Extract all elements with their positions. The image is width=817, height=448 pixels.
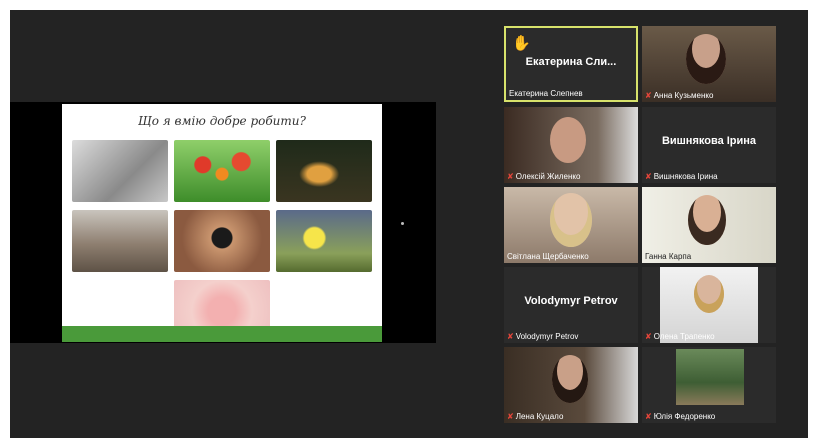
participant-label: ✘ Анна Кузьменко: [645, 91, 714, 100]
slide-footer-bar: [62, 326, 382, 342]
pointer-dot: [401, 222, 404, 225]
mic-muted-icon: ✘: [645, 172, 652, 181]
participant-tile[interactable]: ✘ Юлія Федоренко: [642, 347, 776, 423]
participant-label: ✘ Лена Куцало: [507, 412, 564, 421]
participant-name: Volodymyr Petrov: [524, 295, 618, 307]
participant-face: [694, 275, 724, 313]
participant-label: ✘ Юлія Федоренко: [645, 412, 716, 421]
participant-video: [686, 34, 726, 84]
slide-image-road: [72, 140, 168, 202]
participant-tile[interactable]: ✘ Олена Трапенко: [642, 267, 776, 343]
raised-hand-icon: ✋: [512, 35, 531, 52]
participant-tile[interactable]: Світлана Щербаченко: [504, 187, 638, 263]
participant-name: Екатерина Сли...: [525, 56, 617, 68]
participant-tile[interactable]: Ганна Карпа: [642, 187, 776, 263]
mic-muted-icon: ✘: [507, 172, 514, 181]
participant-label: Ганна Карпа: [645, 252, 692, 261]
participant-video: [676, 349, 744, 405]
participant-label: ✘ Volodymyr Petrov: [507, 332, 579, 341]
slide-image-flowers: [174, 140, 270, 202]
shared-screen[interactable]: Що я вмію добре робити?: [10, 102, 436, 343]
participant-name: Вишнякова Ірина: [661, 135, 757, 147]
participant-video: [688, 195, 726, 245]
participant-label: ✘ Олена Трапенко: [645, 332, 715, 341]
participant-tile[interactable]: Вишнякова Ірина ✘ Вишнякова Ірина: [642, 107, 776, 183]
participant-video: [550, 193, 592, 247]
participant-label: ✘ Олексій Жиленко: [507, 172, 581, 181]
meeting-window: Що я вмію добре робити? ✋ Екатерина Сли.…: [10, 10, 808, 438]
participant-label: Екатерина Слепнев: [509, 89, 583, 98]
mic-muted-icon: ✘: [645, 91, 652, 100]
slide-image-seed-hands: [174, 210, 270, 272]
participant-tile[interactable]: ✘ Анна Кузьменко: [642, 26, 776, 102]
mic-muted-icon: ✘: [507, 412, 514, 421]
slide-title: Що я вмію добре робити?: [138, 114, 306, 128]
participant-tile[interactable]: Volodymyr Petrov ✘ Volodymyr Petrov: [504, 267, 638, 343]
mic-muted-icon: ✘: [507, 332, 514, 341]
participant-label: ✘ Вишнякова Ірина: [645, 172, 718, 181]
mic-muted-icon: ✘: [645, 412, 652, 421]
participant-tile[interactable]: ✘ Олексій Жиленко: [504, 107, 638, 183]
slide-image-dandelion: [276, 210, 372, 272]
participant-tile-active[interactable]: ✋ Екатерина Сли... Екатерина Слепнев: [504, 26, 638, 102]
participant-tile[interactable]: ✘ Лена Куцало: [504, 347, 638, 423]
presentation-slide: Що я вмію добре робити?: [62, 104, 382, 342]
participant-video: [550, 117, 586, 163]
participant-video: [552, 355, 588, 403]
slide-image-city: [72, 210, 168, 272]
mic-muted-icon: ✘: [645, 332, 652, 341]
slide-image-house: [276, 140, 372, 202]
participant-label: Світлана Щербаченко: [507, 252, 589, 261]
